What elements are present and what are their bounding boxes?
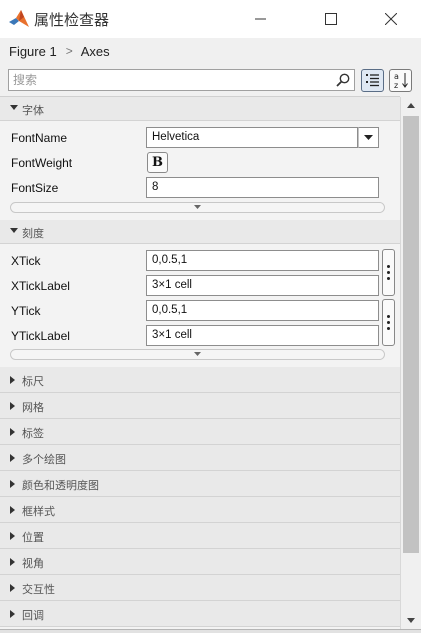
- ytick-field[interactable]: 0,0.5,1: [146, 300, 379, 321]
- group-header-labels[interactable]: 标签: [0, 419, 400, 445]
- search-input[interactable]: [13, 72, 323, 88]
- chevron-down-icon: [10, 105, 18, 110]
- chevron-right-icon: [10, 532, 15, 540]
- matlab-logo-icon: [9, 10, 29, 27]
- expand-more-font-button[interactable]: [10, 202, 385, 213]
- breadcrumb: Figure 1 > Axes: [0, 38, 421, 64]
- group-label: 视角: [22, 557, 44, 570]
- chevron-down-icon: [364, 134, 373, 140]
- fontname-dropdown-button[interactable]: [358, 127, 379, 148]
- window-title: 属性检查器: [34, 11, 110, 29]
- minimize-button[interactable]: [238, 0, 284, 38]
- expand-more-ticks-button[interactable]: [10, 349, 385, 360]
- close-icon: [385, 13, 397, 25]
- fontname-field[interactable]: Helvetica: [146, 127, 358, 148]
- group-label: 位置: [22, 531, 44, 544]
- alphabetical-sort-icon: a z: [394, 72, 408, 90]
- prop-label-xticklabel: XTickLabel: [11, 279, 70, 293]
- group-label: 标签: [22, 427, 44, 440]
- fontsize-field[interactable]: 8: [146, 177, 379, 198]
- close-button[interactable]: [368, 0, 414, 38]
- chevron-right-icon: [10, 454, 15, 462]
- chevron-down-icon: [10, 228, 18, 233]
- search-box: [8, 69, 355, 91]
- more-dot-icon: [387, 265, 390, 268]
- xtick-field[interactable]: 0,0.5,1: [146, 250, 379, 271]
- more-dot-icon: [387, 321, 390, 324]
- chevron-up-icon: [407, 103, 415, 108]
- group-label: 框样式: [22, 505, 55, 518]
- chevron-down-icon: [407, 618, 415, 623]
- prop-label-fontweight: FontWeight: [11, 156, 73, 170]
- group-header-ticks[interactable]: 刻度: [0, 220, 400, 244]
- categorized-view-icon: [366, 74, 379, 87]
- scrollbar-thumb[interactable]: [403, 116, 419, 553]
- group-header-font[interactable]: 字体: [0, 97, 400, 121]
- group-label-font: 字体: [22, 104, 44, 117]
- group-header-multiple-plots[interactable]: 多个绘图: [0, 445, 400, 471]
- minimize-icon: [255, 18, 266, 20]
- group-header-callbacks[interactable]: 回调: [0, 601, 400, 627]
- prop-label-xtick: XTick: [11, 254, 41, 268]
- chevron-right-icon: [10, 480, 15, 488]
- group-header-box-styling[interactable]: 框样式: [0, 497, 400, 523]
- prop-label-ytick: YTick: [11, 304, 41, 318]
- title-bar: 属性检查器: [0, 0, 421, 38]
- chevron-right-icon: [10, 506, 15, 514]
- xticklabel-field[interactable]: 3×1 cell: [146, 275, 379, 296]
- scroll-up-button[interactable]: [401, 97, 421, 114]
- categorized-view-button[interactable]: [361, 69, 384, 92]
- breadcrumb-root[interactable]: Figure 1: [9, 44, 57, 59]
- chevron-down-icon: [194, 205, 201, 209]
- more-dot-icon: [387, 327, 390, 330]
- group-label: 交互性: [22, 583, 55, 596]
- yticklabel-field[interactable]: 3×1 cell: [146, 325, 379, 346]
- group-label: 网格: [22, 401, 44, 414]
- alphabetical-sort-button[interactable]: a z: [389, 69, 412, 92]
- group-header-view[interactable]: 视角: [0, 549, 400, 575]
- group-label: 颜色和透明度图: [22, 479, 99, 492]
- group-header-rulers[interactable]: 标尺: [0, 367, 400, 393]
- window-bottom-edge: [0, 629, 421, 633]
- more-dot-icon: [387, 315, 390, 318]
- group-header-interactivity[interactable]: 交互性: [0, 575, 400, 601]
- group-header-position[interactable]: 位置: [0, 523, 400, 549]
- group-label: 回调: [22, 609, 44, 622]
- breadcrumb-current[interactable]: Axes: [81, 44, 110, 59]
- maximize-button[interactable]: [308, 0, 354, 38]
- property-panel: 字体 FontName Helvetica FontWeight B FontS…: [0, 96, 400, 629]
- bold-toggle-button[interactable]: B: [147, 152, 168, 173]
- group-label: 标尺: [22, 375, 44, 388]
- maximize-icon: [325, 13, 337, 25]
- sort-glyph-a: a: [394, 72, 399, 81]
- more-dot-icon: [387, 277, 390, 280]
- sort-glyph-z: z: [394, 81, 398, 90]
- chevron-right-icon: [10, 376, 15, 384]
- breadcrumb-separator: >: [65, 44, 73, 58]
- chevron-right-icon: [10, 558, 15, 566]
- prop-label-fontsize: FontSize: [11, 181, 59, 195]
- chevron-right-icon: [10, 402, 15, 410]
- xtick-options-button[interactable]: [382, 249, 395, 296]
- search-row: a z: [0, 64, 421, 96]
- vertical-scrollbar[interactable]: [400, 97, 421, 629]
- chevron-right-icon: [10, 584, 15, 592]
- more-dot-icon: [387, 271, 390, 274]
- chevron-right-icon: [10, 428, 15, 436]
- scroll-down-button[interactable]: [401, 612, 421, 629]
- chevron-down-icon: [194, 352, 201, 356]
- chevron-right-icon: [10, 610, 15, 618]
- group-header-color-alpha-maps[interactable]: 颜色和透明度图: [0, 471, 400, 497]
- ytick-options-button[interactable]: [382, 299, 395, 346]
- search-icon[interactable]: [335, 72, 351, 88]
- prop-label-yticklabel: YTickLabel: [11, 329, 70, 343]
- group-header-grid[interactable]: 网格: [0, 393, 400, 419]
- group-label: 多个绘图: [22, 453, 66, 466]
- prop-label-fontname: FontName: [11, 131, 68, 145]
- group-label-ticks: 刻度: [22, 227, 44, 240]
